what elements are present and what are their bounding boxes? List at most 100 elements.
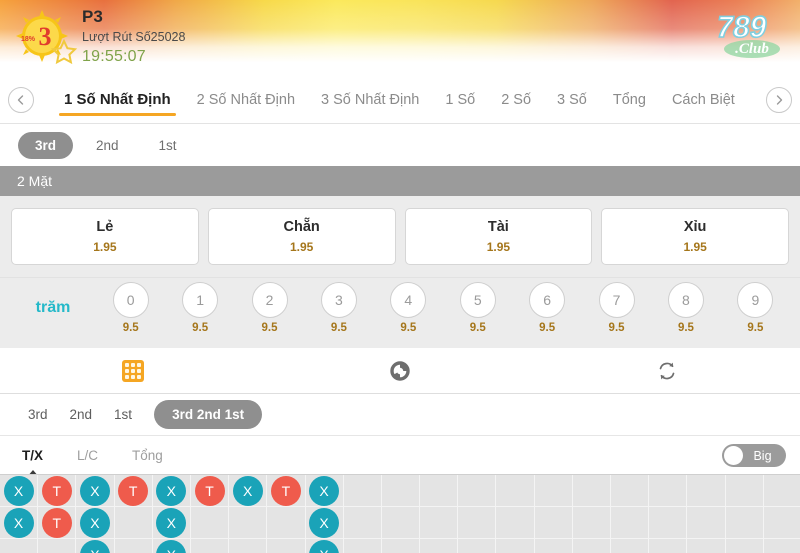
digit-cell-5[interactable]: 5 9.5 <box>443 282 512 334</box>
roadmap-dot-xiu: X <box>232 475 263 506</box>
toggle-knob <box>724 446 743 465</box>
road-pill-3rd-2nd-1st[interactable]: 3rd 2nd 1st <box>154 400 263 429</box>
bet-card-tai[interactable]: Tài 1.95 <box>404 208 593 265</box>
roadmap-cell <box>763 507 800 539</box>
road-pill-3rd[interactable]: 3rd <box>28 407 48 422</box>
tab-cach-biet[interactable]: Cách Biệt <box>659 76 748 123</box>
roadmap-dot-tai: T <box>41 475 72 506</box>
position-pill-2nd[interactable]: 2nd <box>79 132 136 159</box>
digit-cell-8[interactable]: 8 9.5 <box>651 282 720 334</box>
road-pill-2nd[interactable]: 2nd <box>70 407 93 422</box>
roadmap-tab-lc[interactable]: L/C <box>77 448 98 463</box>
roadmap-cell: X <box>152 507 191 539</box>
chevron-right-icon[interactable] <box>766 86 792 113</box>
tab-1-so[interactable]: 1 Số <box>432 76 488 123</box>
roadmap-cell <box>534 507 573 539</box>
tab-2-so[interactable]: 2 Số <box>488 76 544 123</box>
digit-cell-3[interactable]: 3 9.5 <box>304 282 373 334</box>
roadmap-cell <box>496 475 535 507</box>
digit-cell-1[interactable]: 1 9.5 <box>165 282 234 334</box>
digit-cell-7[interactable]: 7 9.5 <box>582 282 651 334</box>
bet-card-chan[interactable]: Chẵn 1.95 <box>207 208 396 265</box>
digit-ball: 0 <box>112 282 149 318</box>
roadmap-cell: T <box>38 507 77 539</box>
tab-3-so[interactable]: 3 Số <box>544 76 600 123</box>
bet-name: Tài <box>487 219 509 235</box>
roadmap-cell: X <box>0 507 39 539</box>
roadmap-cell <box>458 507 497 539</box>
roadmap-cell: T <box>38 475 77 507</box>
roadmap-row: XTXTXTXTX <box>0 475 800 507</box>
digit-odds: 9.5 <box>539 322 556 334</box>
digit-cell-9[interactable]: 9 9.5 <box>721 282 790 334</box>
tab-1-so-nhat-dinh[interactable]: 1 Số Nhất Định <box>51 76 184 123</box>
roadmap-dot-tai: T <box>118 475 149 506</box>
svg-text:789: 789 <box>714 11 770 44</box>
roadmap-cell <box>0 539 39 553</box>
tab-3-so-nhat-dinh[interactable]: 3 Số Nhất Định <box>308 76 432 123</box>
road-pill-1st[interactable]: 1st <box>114 407 132 422</box>
roadmap-dot-xiu: X <box>79 539 110 553</box>
digit-odds: 9.5 <box>330 322 347 334</box>
action-icon-bar <box>0 348 800 394</box>
roadmap-row: XTXXX <box>0 507 800 539</box>
roadmap-cell <box>572 475 611 507</box>
roadmap-cell <box>649 539 688 553</box>
roadmap-grid[interactable]: XTXTXTXTXXTXXXXXX <box>0 474 800 553</box>
road-position-selector: 3rd 2nd 1st 3rd 2nd 1st <box>0 394 800 436</box>
roadmap-tab-tx[interactable]: T/X <box>22 448 43 477</box>
refresh-button[interactable] <box>533 360 800 382</box>
bet-card-xiu[interactable]: Xỉu 1.95 <box>601 208 789 265</box>
tab-label: Cách Biệt <box>671 91 735 108</box>
digit-ball: 7 <box>598 282 635 318</box>
roadmap-dot-xiu: X <box>156 539 187 553</box>
roadmap-cell <box>764 539 800 553</box>
keypad-button[interactable] <box>0 359 267 382</box>
roadmap-cell <box>191 539 230 553</box>
digit-cell-6[interactable]: 6 9.5 <box>512 282 581 334</box>
roadmap-dot-xiu: X <box>3 507 34 538</box>
digit-ball: 2 <box>251 282 288 318</box>
countdown-timer: 19:55:07 <box>82 48 146 65</box>
digit-ball: 1 <box>182 282 219 318</box>
roadmap-dot-xiu: X <box>156 507 187 538</box>
position-pill-3rd[interactable]: 3rd <box>18 131 74 159</box>
big-view-toggle[interactable]: Big <box>722 444 786 467</box>
roadmap-cell <box>343 507 382 539</box>
roadmap-dot-xiu: X <box>309 475 340 506</box>
tabs-scroll-container[interactable]: 1 Số Nhất Định 2 Số Nhất Định 3 Số Nhất … <box>34 76 766 123</box>
tab-tong[interactable]: Tổng <box>600 76 659 123</box>
statistics-button[interactable] <box>267 360 534 381</box>
roadmap-cell <box>649 507 688 539</box>
digit-ball: 4 <box>390 282 427 318</box>
bet-type-tabbar: 1 Số Nhất Định 2 Số Nhất Định 3 Số Nhất … <box>0 76 800 124</box>
roadmap-cell: X <box>76 539 115 553</box>
pie-chart-icon <box>390 360 410 381</box>
tab-label: 3 Số <box>557 91 587 108</box>
roadmap-tab-tong[interactable]: Tổng <box>132 448 163 463</box>
roadmap-cell <box>114 507 153 539</box>
roadmap-cell: T <box>190 475 230 507</box>
roadmap-cell <box>381 507 421 539</box>
roadmap-rows: XTXTXTXTXXTXXXXXX <box>0 475 800 553</box>
digit-cell-0[interactable]: 0 9.5 <box>96 282 165 334</box>
roadmap-cell: X <box>76 475 115 507</box>
roadmap-cell <box>535 539 573 553</box>
roadmap-cell <box>458 539 497 553</box>
digit-odds: 9.5 <box>192 322 209 334</box>
bet-card-le[interactable]: Lẻ 1.95 <box>11 208 199 265</box>
roadmap-row: XXX <box>0 539 800 553</box>
digit-ball: 9 <box>737 282 774 318</box>
bet-odds: 1.95 <box>93 240 117 254</box>
roadmap-cell <box>190 507 230 539</box>
digit-cell-2[interactable]: 2 9.5 <box>235 282 304 334</box>
digit-cell-4[interactable]: 4 9.5 <box>374 282 443 334</box>
tab-2-so-nhat-dinh[interactable]: 2 Số Nhất Định <box>184 76 308 123</box>
chevron-left-icon[interactable] <box>8 86 34 113</box>
roadmap-cell: X <box>0 475 39 507</box>
toggle-label: Big <box>753 448 772 463</box>
roadmap-cell <box>763 475 800 507</box>
roadmap-dot-tai: T <box>270 475 301 506</box>
position-pill-1st[interactable]: 1st <box>142 132 194 159</box>
roadmap-dot-tai: T <box>194 475 225 506</box>
